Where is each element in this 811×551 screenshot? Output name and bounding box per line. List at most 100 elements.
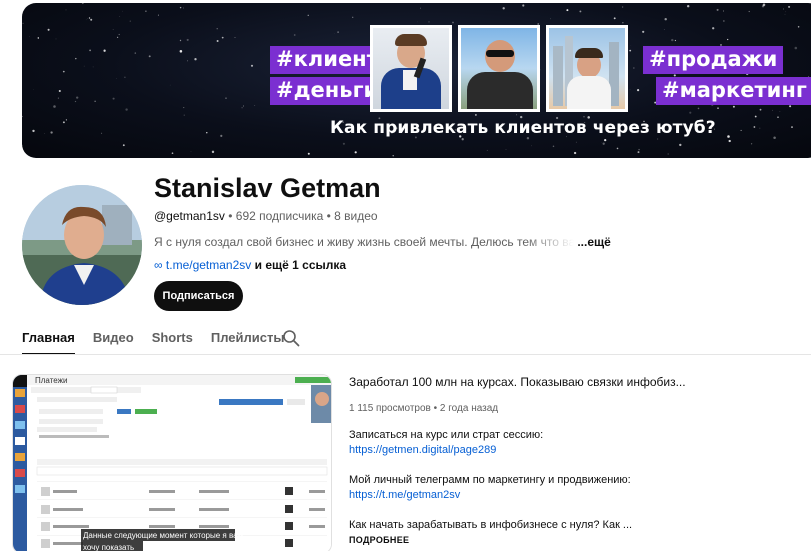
channel-link[interactable]: t.me/getman2sv [166, 258, 251, 272]
star [657, 138, 659, 140]
star [94, 100, 96, 102]
star [47, 28, 50, 31]
description-more-link[interactable]: ...ещё [577, 235, 610, 249]
star [474, 113, 477, 116]
video-description-block: Записаться на курс или страт сессию: htt… [349, 428, 543, 458]
star [55, 38, 57, 40]
star [750, 143, 753, 145]
star [44, 132, 45, 134]
star [92, 66, 94, 68]
video-count: 8 видео [334, 209, 378, 223]
subscribe-button[interactable]: Подписаться [154, 281, 243, 311]
star [62, 70, 65, 73]
star [637, 89, 640, 92]
featured-video-title[interactable]: Заработал 100 млн на курсах. Показываю с… [349, 375, 686, 389]
star [129, 20, 131, 22]
star [789, 105, 792, 108]
star [354, 151, 357, 154]
star [613, 17, 616, 20]
star [88, 17, 91, 19]
star [754, 115, 757, 118]
star [118, 33, 120, 36]
star [58, 89, 61, 93]
star [234, 37, 236, 38]
star [638, 148, 640, 151]
star [179, 39, 182, 42]
star [452, 21, 454, 24]
star [183, 107, 185, 109]
featured-video-thumbnail[interactable]: Платежи Данные следующие момент которые … [12, 374, 332, 551]
channel-avatar[interactable] [22, 185, 142, 305]
star [642, 30, 645, 33]
star [723, 20, 725, 22]
banner-tag: #продажи [643, 46, 784, 74]
thumb-subtitle: Данные следующие момент которые я вам [83, 531, 243, 540]
star [32, 129, 35, 133]
star [90, 18, 93, 21]
star [183, 114, 185, 116]
star [250, 64, 254, 67]
video-description-block: Мой личный телеграмм по маркетингу и про… [349, 473, 631, 503]
star [779, 111, 781, 112]
star [243, 105, 244, 107]
star [183, 7, 184, 9]
star [417, 21, 418, 23]
star [57, 97, 59, 99]
star [727, 135, 730, 138]
star [717, 107, 719, 109]
description-link[interactable]: https://getmen.digital/page289 [349, 444, 496, 456]
description-line: Как начать зарабатывать в инфобизнесе с … [349, 519, 633, 531]
star [101, 132, 103, 134]
star [759, 108, 762, 111]
star [157, 14, 159, 16]
read-more-button[interactable]: ПОДРОБНЕЕ [349, 535, 409, 545]
star [797, 26, 800, 28]
star [211, 150, 215, 154]
star [552, 145, 555, 148]
star [194, 58, 197, 61]
description-link[interactable]: https://t.me/getman2sv [349, 489, 460, 501]
star [486, 149, 488, 151]
tab-home[interactable]: Главная [22, 325, 75, 355]
star [220, 134, 223, 137]
star [53, 105, 56, 108]
star [674, 39, 677, 42]
star [76, 96, 79, 99]
star [728, 139, 731, 143]
star [679, 143, 682, 147]
tabs-divider [0, 354, 811, 355]
star [522, 4, 525, 7]
channel-description[interactable]: Я с нуля создал свой бизнес и живу жизнь… [154, 235, 614, 249]
star [65, 9, 67, 11]
star [697, 107, 700, 110]
star [169, 84, 171, 86]
star [604, 138, 607, 142]
star [75, 57, 77, 60]
star [342, 142, 345, 145]
star [516, 114, 518, 116]
banner-photo [458, 25, 540, 112]
star [112, 29, 114, 31]
star [221, 36, 224, 39]
star [112, 97, 115, 100]
tab-videos[interactable]: Видео [93, 325, 134, 355]
channel-links: ∞ t.me/getman2sv и ещё 1 ссылка [154, 258, 346, 272]
star [420, 7, 421, 9]
star [392, 155, 394, 157]
search-icon[interactable] [282, 329, 300, 347]
star [732, 105, 735, 108]
star [791, 126, 793, 129]
star [794, 46, 798, 50]
more-links[interactable]: и ещё 1 ссылка [255, 258, 346, 272]
thumbnail-image: Платежи Данные следующие момент которые … [13, 375, 331, 551]
star [225, 97, 227, 99]
channel-meta: @getman1sv • 692 подписчика • 8 видео [154, 209, 378, 223]
star [254, 105, 256, 106]
star [81, 3, 84, 5]
star [65, 119, 67, 121]
featured-video-stats: 1 115 просмотров • 2 года назад [349, 403, 498, 414]
channel-name: Stanislav Getman [154, 173, 381, 203]
star [727, 38, 729, 41]
tab-playlists[interactable]: Плейлисты [211, 325, 285, 355]
tab-shorts[interactable]: Shorts [152, 325, 193, 355]
